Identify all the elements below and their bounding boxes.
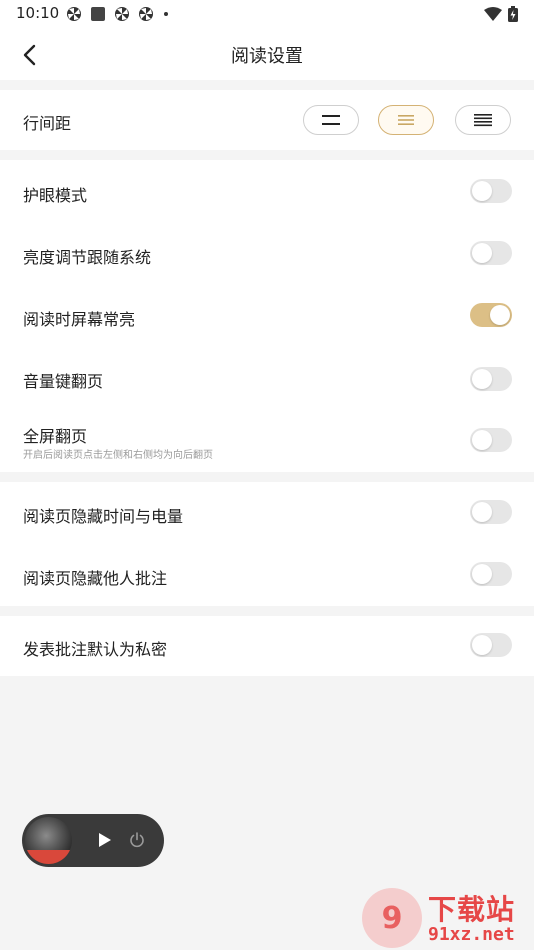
hide-settings-section: 阅读页隐藏时间与电量 阅读页隐藏他人批注 — [0, 482, 534, 606]
square-icon — [91, 7, 105, 21]
narrow-spacing-icon — [474, 114, 492, 127]
line-spacing-narrow-button[interactable] — [455, 105, 511, 135]
volume-key-page-toggle[interactable] — [470, 367, 512, 391]
wide-spacing-icon — [322, 115, 340, 125]
hide-others-notes-label: 阅读页隐藏他人批注 — [23, 569, 168, 588]
notes-settings-section: 发表批注默认为私密 — [0, 616, 534, 676]
watermark-title: 下载站 — [428, 893, 516, 926]
status-notification-icons — [66, 6, 170, 22]
hide-time-battery-label: 阅读页隐藏时间与电量 — [23, 507, 184, 526]
line-spacing-section: 行间距 — [0, 90, 534, 150]
screen-always-on-toggle[interactable] — [470, 303, 512, 327]
reading-settings-section: 护眼模式 亮度调节跟随系统 阅读时屏幕常亮 音量键翻页 全屏翻页 开启后阅读页点… — [0, 160, 534, 472]
status-time: 10:10 — [16, 4, 60, 22]
line-spacing-medium-button[interactable] — [378, 105, 434, 135]
setting-row-hide-time: 阅读页隐藏时间与电量 — [0, 482, 534, 544]
screen-always-on-label: 阅读时屏幕常亮 — [23, 310, 136, 329]
line-spacing-wide-button[interactable] — [303, 105, 359, 135]
watermark: 9 下载站 91xz.net — [362, 886, 532, 950]
notes-private-default-label: 发表批注默认为私密 — [23, 640, 168, 659]
fullscreen-page-toggle[interactable] — [470, 428, 512, 452]
setting-row-fullscreen-page: 全屏翻页 开启后阅读页点击左侧和右侧均为向后翻页 — [0, 408, 534, 472]
power-icon[interactable] — [128, 831, 146, 849]
fullscreen-page-label: 全屏翻页 — [23, 427, 88, 446]
dot-icon — [164, 12, 168, 16]
pinwheel-icon — [139, 7, 153, 21]
setting-row-screen-on: 阅读时屏幕常亮 — [0, 284, 534, 346]
pinwheel-icon — [67, 7, 81, 21]
eye-mode-label: 护眼模式 — [23, 186, 88, 205]
eye-mode-toggle[interactable] — [470, 179, 512, 203]
line-spacing-label: 行间距 — [23, 114, 72, 133]
watermark-url: 91xz.net — [428, 924, 515, 945]
hide-time-battery-toggle[interactable] — [470, 500, 512, 524]
brightness-follow-system-label: 亮度调节跟随系统 — [23, 248, 152, 267]
status-bar: 10:10 — [0, 0, 534, 28]
watermark-logo: 9 — [362, 888, 422, 948]
app-header: 阅读设置 — [0, 28, 534, 80]
status-system-icons — [484, 6, 518, 22]
battery-charging-icon — [508, 6, 518, 22]
mini-player[interactable] — [22, 814, 164, 867]
volume-key-page-label: 音量键翻页 — [23, 372, 104, 391]
notes-private-default-toggle[interactable] — [470, 633, 512, 657]
setting-row-eye-mode: 护眼模式 — [0, 160, 534, 222]
play-icon[interactable] — [95, 831, 113, 849]
album-cover[interactable] — [25, 817, 72, 864]
setting-row-volume-key: 音量键翻页 — [0, 346, 534, 408]
fullscreen-page-description: 开启后阅读页点击左侧和右侧均为向后翻页 — [23, 450, 213, 461]
page-title: 阅读设置 — [231, 46, 303, 67]
setting-row-notes-private: 发表批注默认为私密 — [0, 616, 534, 676]
setting-row-hide-notes: 阅读页隐藏他人批注 — [0, 544, 534, 606]
medium-spacing-icon — [398, 115, 414, 125]
setting-row-brightness: 亮度调节跟随系统 — [0, 222, 534, 284]
pinwheel-icon — [115, 7, 129, 21]
hide-others-notes-toggle[interactable] — [470, 562, 512, 586]
wifi-icon — [484, 7, 502, 21]
brightness-follow-system-toggle[interactable] — [470, 241, 512, 265]
